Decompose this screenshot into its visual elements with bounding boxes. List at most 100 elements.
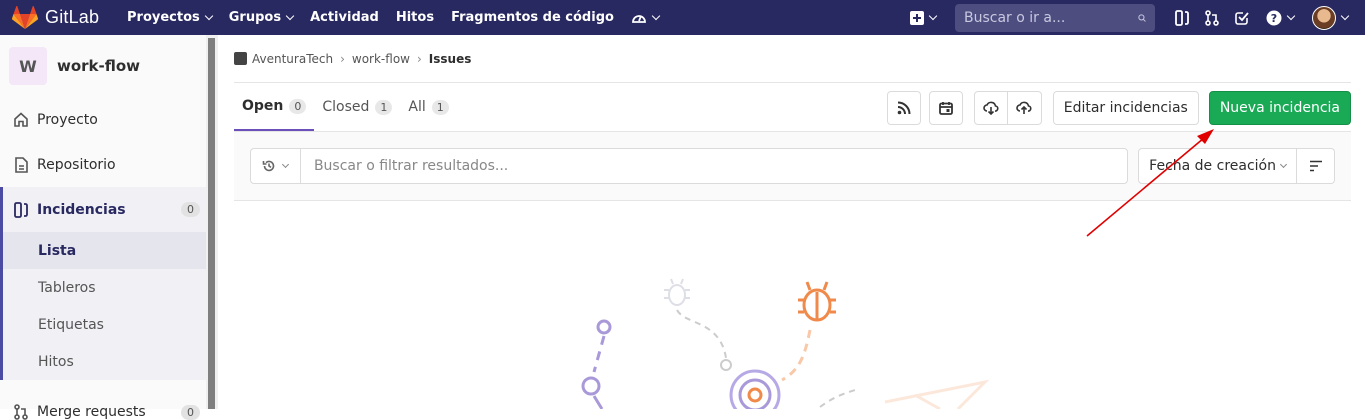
project-avatar: W [9,47,47,85]
bug-orange-icon [798,281,836,322]
sidebar-item-project[interactable]: Proyecto [0,97,217,142]
brand-name: GitLab [45,7,100,27]
sort-dropdown-label: Fecha de creación [1149,158,1276,174]
tab-open[interactable]: Open 0 [234,83,315,131]
svg-text:?: ? [1271,12,1277,25]
sidebar-scrollbar[interactable] [206,35,218,409]
tab-count-badge: 1 [431,99,449,115]
search-icon [1138,13,1146,22]
sort-direction-button[interactable] [1297,148,1335,184]
tab-all[interactable]: All 1 [400,83,456,131]
nav-activity[interactable]: Actividad [310,10,379,25]
group-avatar-icon [234,52,247,65]
project-name: work-flow [57,57,141,75]
sidebar-subitem-label: Lista [38,242,77,259]
nav-projects[interactable]: Proyectos [127,10,214,25]
sidebar-item-repository[interactable]: Repositorio [0,142,217,187]
sidebar-project-header[interactable]: W work-flow [0,35,217,97]
chevron-down-icon [285,11,295,21]
doc-icon [13,156,29,173]
target-icon [729,369,781,409]
tab-closed[interactable]: Closed 1 [314,83,400,131]
sort-dropdown[interactable]: Fecha de creación [1138,148,1298,184]
nav-groups[interactable]: Grupos [229,10,295,25]
chevron-down-icon [651,11,661,21]
user-menu[interactable] [1303,0,1357,35]
sidebar-subitem-label: Tableros [38,279,96,296]
filter-search-box[interactable] [299,148,1129,184]
sidebar-item-label: Repositorio [37,156,116,173]
filter-search-input[interactable] [313,158,1115,174]
nav-projects-label: Proyectos [127,10,200,25]
sort-lowest-icon [1309,160,1322,172]
gitlab-tanuki-icon [12,5,38,29]
chevron-down-icon [1279,160,1288,169]
cloud-download-icon [983,101,999,115]
bug-faded-icon [664,278,690,306]
calendar-button[interactable] [928,91,963,125]
issues-icon [13,201,29,218]
import-csv-button[interactable] [1007,91,1042,125]
chevron-down-icon [282,160,290,169]
issues-tabs-bar: Open 0 Closed 1 All 1 Editar incidencias Nu… [234,83,1351,131]
global-search[interactable] [955,3,1155,32]
help-dropdown[interactable]: ? [1257,0,1303,35]
nav-operations-dropdown[interactable] [631,10,661,26]
edit-issues-button[interactable]: Editar incidencias [1052,91,1199,125]
calendar-icon [938,102,953,115]
breadcrumb-group[interactable]: AventuraTech [252,52,333,66]
tab-count-badge: 0 [289,98,307,114]
nav-snippets-label: Fragmentos de código [451,10,614,25]
chevron-down-icon [204,11,214,21]
tab-count-badge: 1 [375,99,393,115]
sidebar-item-label: Merge requests [37,404,146,420]
nav-milestones[interactable]: Hitos [396,10,434,25]
merge-request-icon [1205,9,1219,26]
issues-icon [1175,9,1189,26]
empty-state-illustration [581,278,990,409]
merge-requests-shortcut-button[interactable] [1197,0,1227,35]
issues-count-badge: 0 [181,202,200,217]
gitlab-logo[interactable]: GitLab [12,5,110,30]
rss-button[interactable] [886,91,921,125]
merge-request-icon [13,404,29,420]
sidebar-subitem-milestones[interactable]: Hitos [0,343,217,380]
search-input[interactable] [964,9,1138,26]
nav-activity-label: Actividad [310,10,379,25]
issues-shortcut-button[interactable] [1167,0,1197,35]
chevron-down-icon [928,11,938,21]
sidebar-subitem-list[interactable]: Lista [0,232,217,269]
issues-filter-bar: Fecha de creación [234,131,1351,201]
navbar-right: ? [903,0,1365,35]
todos-shortcut-button[interactable] [1227,0,1257,35]
new-dropdown-button[interactable] [903,0,943,35]
avatar [1312,5,1336,30]
export-csv-button[interactable] [973,91,1008,125]
breadcrumb-current[interactable]: Issues [429,52,472,66]
breadcrumb-project[interactable]: work-flow [352,52,410,66]
sidebar-subitem-labels[interactable]: Etiquetas [0,306,217,343]
issue-actions: Editar incidencias Nueva incidencia [886,91,1351,125]
breadcrumb-separator-icon: › [416,51,422,66]
sidebar-subitem-label: Etiquetas [38,316,104,333]
sidebar-item-label: Incidencias [37,201,126,218]
sidebar-subitem-boards[interactable]: Tableros [0,269,217,306]
import-export-group [973,91,1042,125]
tab-label: All [408,99,426,115]
sidebar-item-label: Proyecto [37,111,98,128]
chevron-down-icon [1286,11,1296,21]
home-icon [13,112,29,128]
breadcrumb-separator-icon: › [340,51,345,66]
history-icon [263,160,275,172]
todos-icon [1235,11,1249,25]
tab-label: Open [242,98,284,114]
sidebar-item-merge-requests[interactable]: Merge requests 0 [0,380,217,420]
recent-searches-dropdown[interactable] [250,148,300,184]
cloud-upload-icon [1016,101,1032,114]
sidebar-item-issues[interactable]: Incidencias 0 [0,187,217,232]
nav-snippets[interactable]: Fragmentos de código [451,10,614,25]
breadcrumb: AventuraTech › work-flow › Issues [234,35,1351,83]
new-issue-button[interactable]: Nueva incidencia [1208,91,1351,125]
scrollbar-thumb[interactable] [208,38,215,409]
help-icon: ? [1266,10,1282,25]
